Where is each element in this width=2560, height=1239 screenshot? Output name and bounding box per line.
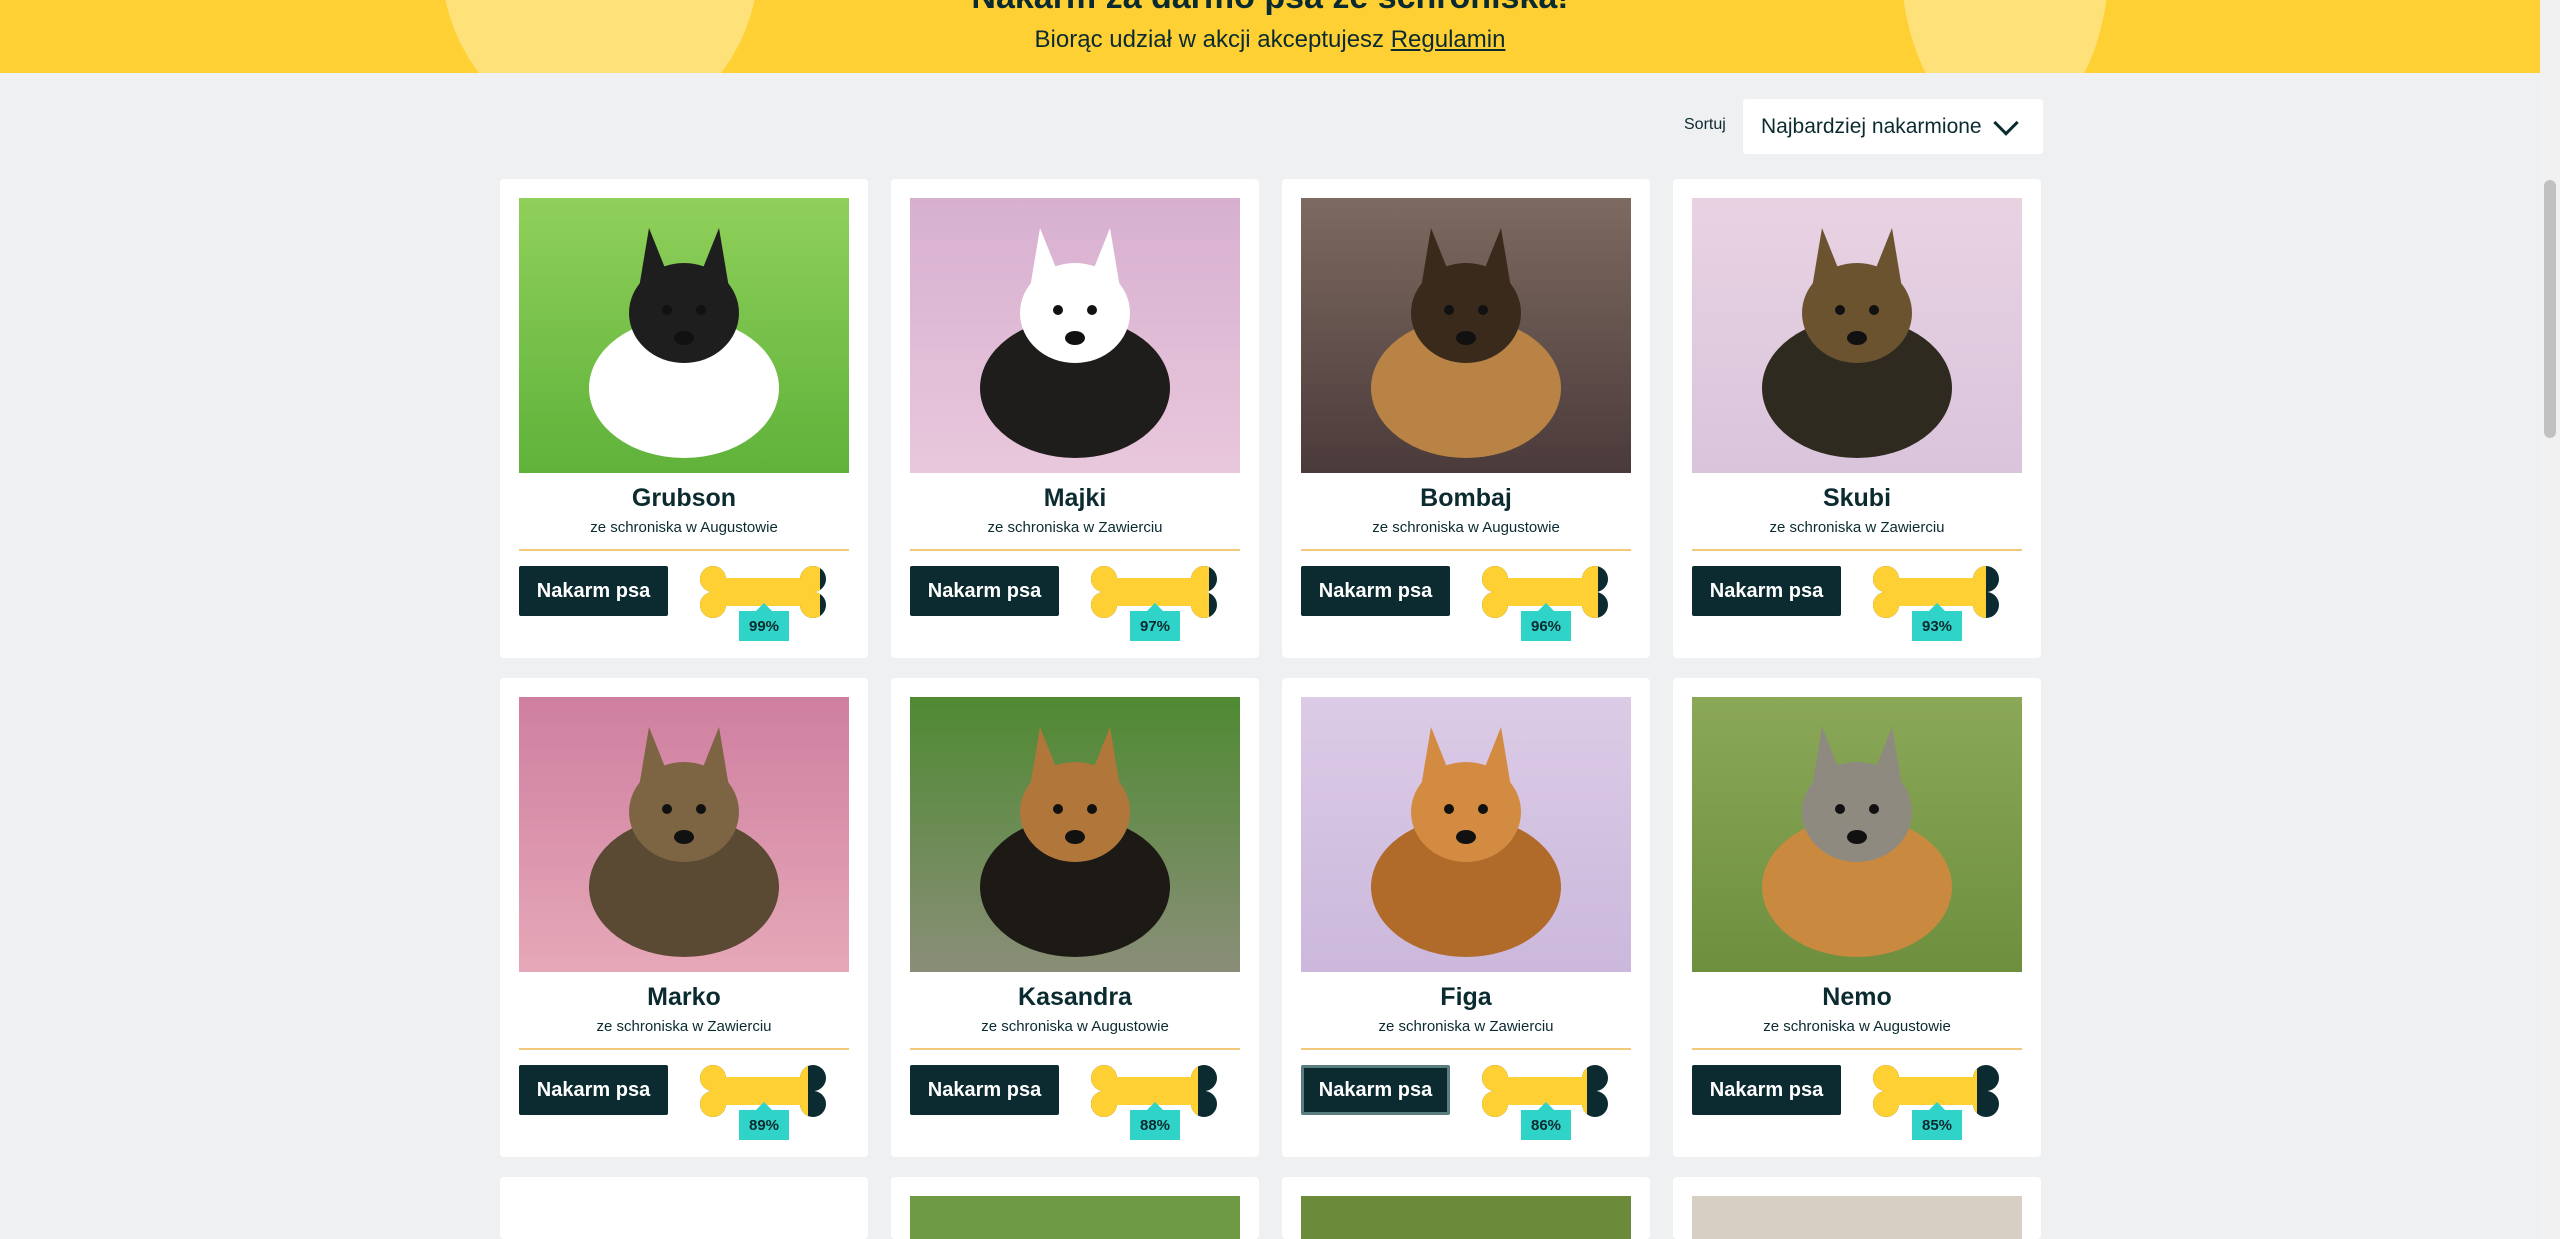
dog-name: Grubson: [631, 484, 737, 512]
dog-card: Figa ze schroniska w Zawierciu Nakarm ps…: [1282, 678, 1650, 1157]
dog-card: Majki ze schroniska w Zawierciu Nakarm p…: [891, 179, 1259, 658]
fed-percent-badge: 99%: [739, 603, 789, 641]
dog-photo[interactable]: [519, 1196, 849, 1239]
dog-shelter: ze schroniska w Zawierciu: [1769, 519, 1945, 536]
sort-dropdown[interactable]: Najbardziej nakarmione: [1743, 99, 2043, 154]
dog-name: Majki: [1043, 484, 1107, 512]
top-banner: Nakarm za darmo psa ze schroniska! Biorą…: [0, 0, 2540, 73]
divider: [1301, 1048, 1631, 1050]
dog-card: Skubi ze schroniska w Zawierciu Nakarm p…: [1673, 179, 2041, 658]
feed-dog-button[interactable]: Nakarm psa: [1301, 566, 1450, 616]
dog-card: Marko ze schroniska w Zawierciu Nakarm p…: [500, 678, 868, 1157]
divider: [1692, 549, 2022, 551]
dog-photo[interactable]: [910, 697, 1240, 972]
fed-percent-badge: 97%: [1130, 603, 1180, 641]
dog-photo[interactable]: [1301, 1196, 1631, 1239]
dog-photo[interactable]: [1301, 697, 1631, 972]
dog-card: [500, 1177, 868, 1239]
dog-photo[interactable]: [519, 198, 849, 473]
dog-card: Bombaj ze schroniska w Augustowie Nakarm…: [1282, 179, 1650, 658]
divider: [910, 549, 1240, 551]
fed-percent-badge: 86%: [1521, 1102, 1571, 1140]
divider: [519, 549, 849, 551]
rules-link[interactable]: Regulamin: [1391, 26, 1506, 53]
dog-photo[interactable]: [910, 198, 1240, 473]
dog-photo[interactable]: [1692, 1196, 2022, 1239]
feed-dog-button[interactable]: Nakarm psa: [1692, 1065, 1841, 1115]
sort-selected-value: Najbardziej nakarmione: [1761, 114, 1982, 138]
feed-dog-button[interactable]: Nakarm psa: [519, 1065, 668, 1115]
dog-name: Bombaj: [1420, 484, 1512, 512]
dog-card: [1282, 1177, 1650, 1239]
feed-dog-button[interactable]: Nakarm psa: [1301, 1065, 1450, 1115]
divider: [519, 1048, 849, 1050]
fed-percent-badge: 88%: [1130, 1102, 1180, 1140]
chevron-down-icon: [1993, 110, 2019, 136]
fed-percent-badge: 96%: [1521, 603, 1571, 641]
fed-percent-badge: 89%: [739, 1102, 789, 1140]
feed-dog-button[interactable]: Nakarm psa: [519, 566, 668, 616]
dog-name: Marko: [647, 983, 721, 1011]
divider: [1692, 1048, 2022, 1050]
dog-card: [891, 1177, 1259, 1239]
dog-photo[interactable]: [910, 1196, 1240, 1239]
dog-photo[interactable]: [1692, 198, 2022, 473]
dog-photo[interactable]: [1301, 198, 1631, 473]
banner-title: Nakarm za darmo psa ze schroniska!: [0, 0, 2540, 17]
fed-percent-badge: 93%: [1912, 603, 1962, 641]
divider: [910, 1048, 1240, 1050]
dog-name: Nemo: [1822, 983, 1892, 1011]
feed-dog-button[interactable]: Nakarm psa: [1692, 566, 1841, 616]
divider: [1301, 549, 1631, 551]
dog-shelter: ze schroniska w Augustowie: [1763, 1018, 1951, 1035]
rules-prefix: Biorąc udział w akcji akceptujesz: [1034, 26, 1385, 53]
feed-dog-button[interactable]: Nakarm psa: [910, 566, 1059, 616]
banner-rules-text: Biorąc udział w akcji akceptujesz Regula…: [0, 26, 2540, 54]
dog-shelter: ze schroniska w Augustowie: [981, 1018, 1169, 1035]
dog-name: Figa: [1440, 983, 1492, 1011]
sort-label: Sortuj: [1684, 116, 1726, 133]
dog-shelter: ze schroniska w Augustowie: [1372, 519, 1560, 536]
dog-card: Grubson ze schroniska w Augustowie Nakar…: [500, 179, 868, 658]
fed-percent-badge: 85%: [1912, 1102, 1962, 1140]
dog-card: Kasandra ze schroniska w Augustowie Naka…: [891, 678, 1259, 1157]
dog-name: Kasandra: [1018, 983, 1132, 1011]
dog-shelter: ze schroniska w Zawierciu: [987, 519, 1163, 536]
dog-shelter: ze schroniska w Zawierciu: [1378, 1018, 1554, 1035]
dog-card: Nemo ze schroniska w Augustowie Nakarm p…: [1673, 678, 2041, 1157]
dog-name: Skubi: [1822, 484, 1892, 512]
dog-photo[interactable]: [519, 697, 849, 972]
dog-shelter: ze schroniska w Augustowie: [590, 519, 778, 536]
dog-card: [1673, 1177, 2041, 1239]
feed-dog-button[interactable]: Nakarm psa: [910, 1065, 1059, 1115]
dog-photo[interactable]: [1692, 697, 2022, 972]
dog-shelter: ze schroniska w Zawierciu: [596, 1018, 772, 1035]
scrollbar-thumb[interactable]: [2544, 180, 2556, 438]
